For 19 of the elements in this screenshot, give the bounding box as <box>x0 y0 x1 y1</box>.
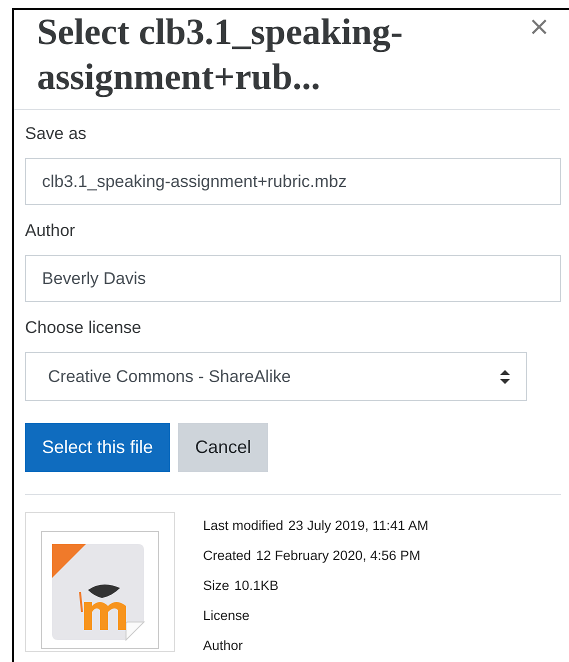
close-button[interactable]: × <box>528 14 550 40</box>
field-label: Save as <box>25 123 88 145</box>
field-label: Author <box>25 220 76 242</box>
select-file-button[interactable]: Select this file <box>25 423 170 472</box>
text-field[interactable]: clb3.1_speaking-assignment+rubric.mbz <box>25 158 561 205</box>
field-label: Choose license <box>25 317 142 339</box>
sort-arrows-icon <box>500 370 510 384</box>
info-label: License <box>203 607 250 625</box>
info-label: Last modified <box>203 517 284 535</box>
cancel-button[interactable]: Cancel <box>178 423 268 472</box>
info-value: 10.1KB <box>234 577 279 595</box>
info-value: 23 July 2019, 11:41 AM <box>288 517 428 535</box>
info-label: Author <box>203 637 243 655</box>
dialog-title: Select clb3.1_speaking-assignment+rub... <box>37 11 404 100</box>
text-field[interactable]: Beverly Davis <box>25 255 561 302</box>
info-label: Created <box>203 547 252 565</box>
license-select[interactable]: Creative Commons - ShareAlike <box>25 352 527 401</box>
info-label: Size <box>203 577 230 595</box>
info-value: 12 February 2020, 4:56 PM <box>256 547 420 565</box>
